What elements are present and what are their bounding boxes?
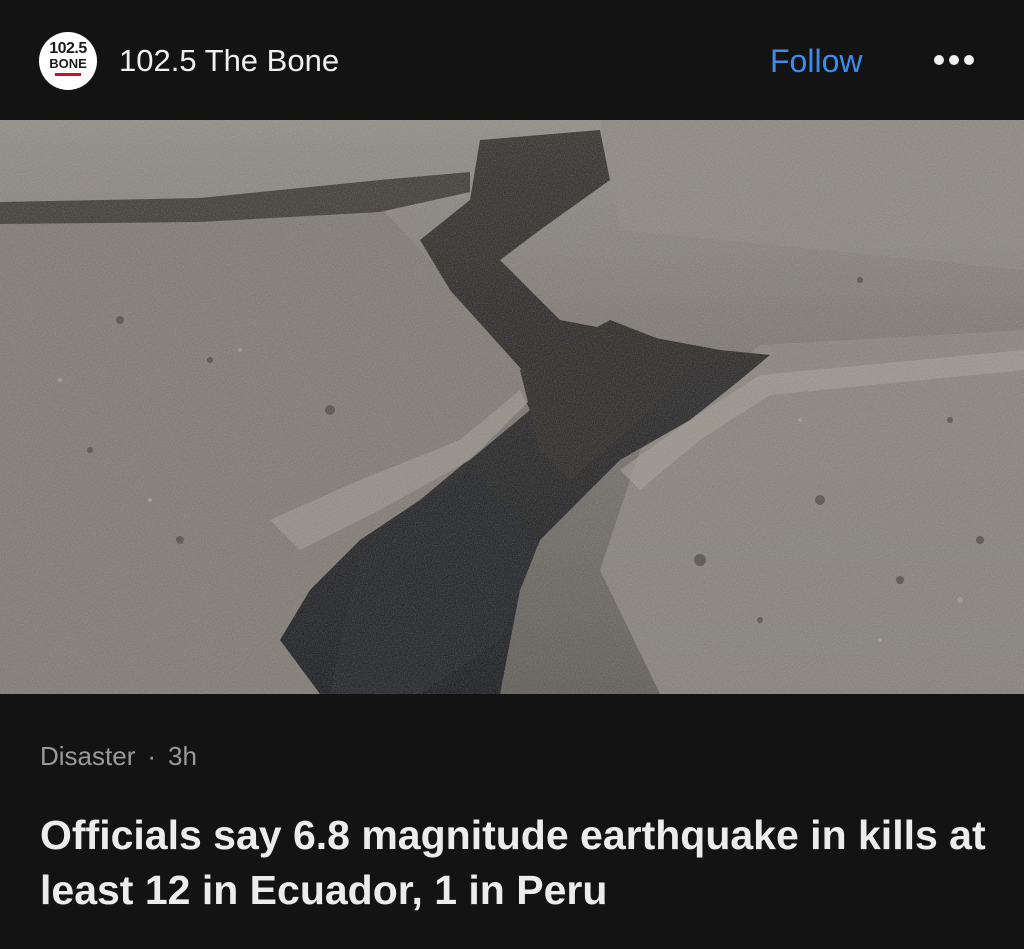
cracked-ground-image: [0, 120, 1024, 694]
more-horizontal-icon: [949, 55, 959, 65]
category-label[interactable]: Disaster: [40, 741, 135, 771]
source-name[interactable]: 102.5 The Bone: [119, 41, 339, 81]
logo-stripe: [55, 73, 81, 76]
logo-bottom-text: BONE: [49, 56, 87, 71]
logo-top-text: 102.5: [49, 40, 87, 57]
article-headline[interactable]: Officials say 6.8 magnitude earthquake i…: [40, 808, 1000, 918]
source-avatar[interactable]: 102.5 BONE: [39, 32, 97, 90]
article-meta: Disaster · 3h: [40, 740, 197, 772]
more-horizontal-icon: [964, 55, 974, 65]
more-horizontal-icon: [934, 55, 944, 65]
more-options-button[interactable]: [928, 46, 980, 76]
hero-image[interactable]: [0, 120, 1024, 694]
article-age: 3h: [168, 741, 197, 771]
follow-button[interactable]: Follow: [770, 41, 862, 81]
article-header: 102.5 BONE 102.5 The Bone Follow: [0, 0, 1024, 120]
meta-separator: ·: [147, 741, 157, 771]
